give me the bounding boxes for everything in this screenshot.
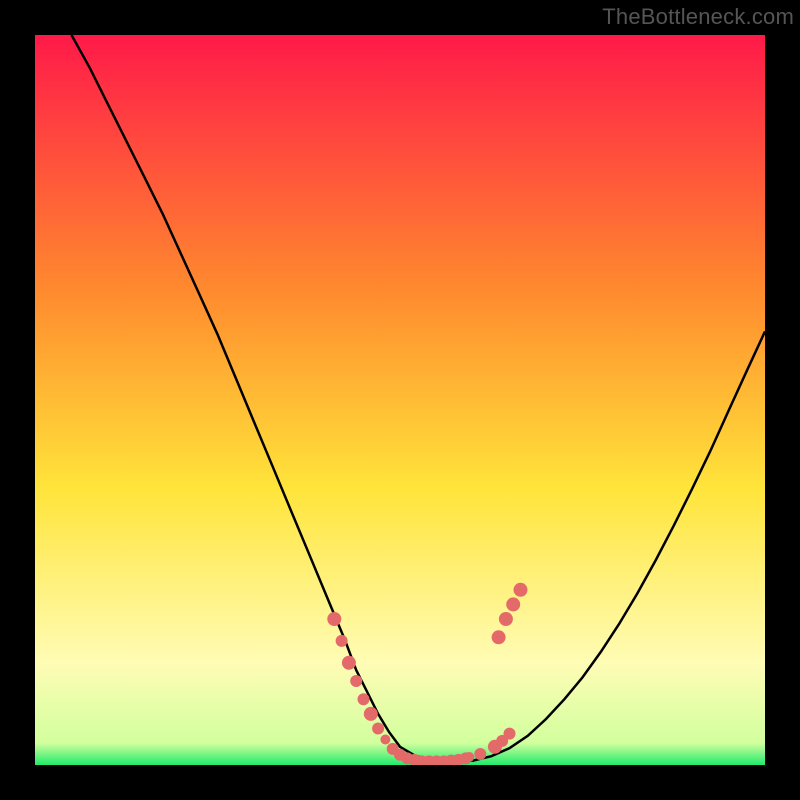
- data-marker: [504, 728, 516, 740]
- watermark-text: TheBottleneck.com: [602, 4, 794, 30]
- data-marker: [380, 735, 390, 745]
- data-marker: [464, 752, 474, 762]
- data-marker: [514, 583, 528, 597]
- plot-area: [35, 35, 765, 765]
- data-marker: [327, 612, 341, 626]
- chart-frame: TheBottleneck.com: [0, 0, 800, 800]
- data-marker: [499, 612, 513, 626]
- data-marker: [350, 675, 362, 687]
- data-marker: [372, 723, 384, 735]
- gradient-background: [35, 35, 765, 765]
- chart-svg: [35, 35, 765, 765]
- data-marker: [336, 635, 348, 647]
- data-marker: [358, 693, 370, 705]
- data-marker: [506, 597, 520, 611]
- data-marker: [364, 707, 378, 721]
- data-marker: [492, 630, 506, 644]
- data-marker: [474, 748, 486, 760]
- data-marker: [342, 656, 356, 670]
